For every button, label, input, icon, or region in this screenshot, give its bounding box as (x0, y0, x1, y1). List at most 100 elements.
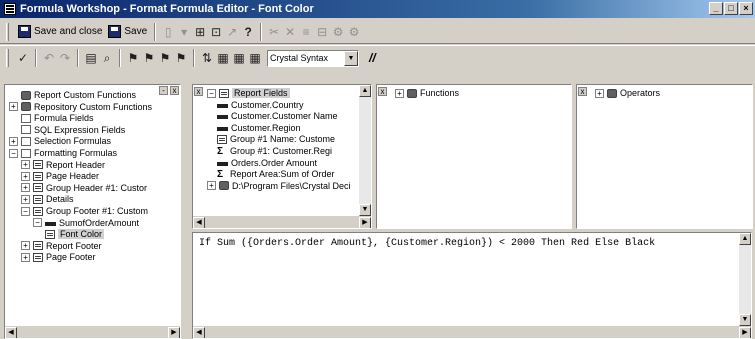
vertical-splitter[interactable] (183, 84, 191, 339)
toolbar-grip[interactable] (6, 22, 9, 41)
toggle-operators-icon[interactable]: ▦ (247, 51, 263, 65)
vertical-scrollbar[interactable]: ▲ ▼ (739, 233, 751, 326)
tree-item[interactable]: Customer.Country (217, 99, 304, 111)
toggle-functions-icon[interactable]: ▦ (231, 51, 247, 65)
toggle-fields-icon[interactable]: ▦ (215, 51, 231, 65)
previous-bookmark-icon[interactable]: ⚑ (157, 51, 173, 65)
vertical-scrollbar[interactable]: ▲ ▼ (359, 85, 371, 216)
delete-icon[interactable]: ✕ (282, 25, 298, 39)
hide-icon[interactable]: ⊟ (314, 25, 330, 39)
field-icon (217, 126, 228, 131)
scroll-right-icon[interactable]: ▶ (168, 327, 180, 338)
expand-icon[interactable]: + (21, 171, 30, 181)
toolbar-grip[interactable] (6, 49, 9, 67)
redo-icon[interactable]: ↷ (57, 51, 73, 65)
chevron-down-icon[interactable]: ▼ (344, 50, 358, 66)
scroll-left-icon[interactable]: ◀ (193, 217, 205, 228)
undo-icon[interactable]: ↶ (41, 51, 57, 65)
pane-close-icon[interactable]: x (578, 87, 587, 96)
scroll-up-icon[interactable]: ▲ (739, 233, 751, 245)
use-editor-icon[interactable]: ⚙ (346, 25, 362, 39)
tree-item[interactable]: + Repository Custom Functions (9, 101, 152, 113)
next-bookmark-icon[interactable]: ⚑ (141, 51, 157, 65)
tree-item[interactable]: Orders.Order Amount (217, 157, 317, 169)
cut-icon[interactable]: ✂ (266, 25, 282, 39)
expand-icon[interactable]: + (9, 136, 18, 146)
formula-text[interactable]: If Sum ({Orders.Order Amount}, {Customer… (199, 238, 655, 249)
save-and-close-button[interactable]: Save and close (15, 23, 105, 41)
expand-icon[interactable]: + (395, 88, 404, 98)
bookmark-icon[interactable]: ⚑ (125, 51, 141, 65)
tree-item[interactable]: Formula Fields (21, 112, 94, 124)
browse-data-icon[interactable]: ▤ (83, 51, 99, 65)
scroll-up-icon[interactable]: ▲ (359, 85, 371, 97)
collapse-icon[interactable]: − (21, 206, 30, 216)
expand-icon[interactable]: + (21, 241, 30, 251)
tree-item[interactable]: Report Custom Functions (21, 89, 136, 101)
tree-item[interactable]: + Page Header (21, 170, 99, 182)
tree-item[interactable]: Font Color (45, 228, 105, 240)
new-icon[interactable]: ▯ (160, 25, 176, 39)
expand-icon[interactable]: + (21, 183, 30, 193)
formula-editor[interactable]: If Sum ({Orders.Order Amount}, {Customer… (192, 232, 752, 339)
clear-bookmarks-icon[interactable]: ⚑ (173, 51, 189, 65)
tree-item[interactable]: Customer.Region (217, 122, 301, 134)
tree-item[interactable]: Customer.Customer Name (217, 110, 338, 122)
find-icon[interactable]: ⌕ (99, 51, 115, 66)
expand-icon[interactable]: + (207, 181, 216, 191)
sort-icon[interactable]: ⇅ (199, 51, 215, 65)
horizontal-scrollbar[interactable]: ◀ ▶ (193, 216, 371, 228)
expand-icon[interactable]: + (21, 252, 30, 262)
help-button[interactable]: ? (240, 25, 256, 39)
tree-item[interactable]: + Details (21, 193, 74, 205)
tree-item[interactable]: + Selection Formulas (9, 135, 111, 147)
minimize-button[interactable]: _ (709, 2, 723, 15)
toggle-properties-icon[interactable]: ⚙ (330, 25, 346, 39)
operators-node[interactable]: + Operators (595, 87, 660, 99)
rename-icon[interactable]: ↗ (224, 25, 240, 39)
scroll-right-icon[interactable]: ▶ (739, 327, 751, 338)
scroll-right-icon[interactable]: ▶ (359, 217, 371, 228)
pane-close-icon[interactable]: x (170, 86, 179, 95)
tree-item[interactable]: Σ Report Area:Sum of Order (217, 168, 335, 180)
pane-close-icon[interactable]: x (378, 87, 387, 96)
scroll-down-icon[interactable]: ▼ (739, 314, 751, 326)
tree-item[interactable]: − Report Fields (207, 87, 290, 99)
check-icon[interactable]: ✓ (15, 51, 31, 65)
expand-icon[interactable]: + (595, 88, 604, 98)
scroll-left-icon[interactable]: ◀ (5, 327, 17, 338)
collapse-icon[interactable]: − (207, 88, 216, 98)
horizontal-scrollbar[interactable]: ◀ ▶ (5, 326, 180, 338)
expand-icon[interactable]: + (9, 102, 18, 112)
maximize-button[interactable]: □ (724, 2, 738, 15)
pane-close-icon[interactable]: x (194, 87, 203, 96)
expert-icon[interactable]: ⊞ (192, 25, 208, 39)
tree-item[interactable]: − Group Footer #1: Custom (21, 205, 148, 217)
tree-item[interactable]: + Report Footer (21, 240, 102, 252)
show-formula-icon[interactable]: ≡ (298, 25, 314, 39)
scroll-left-icon[interactable]: ◀ (193, 327, 205, 338)
save-button[interactable]: Save (105, 23, 150, 41)
pane-pin-icon[interactable]: - (159, 86, 168, 95)
tree-item[interactable]: + Group Header #1: Custor (21, 182, 147, 194)
syntax-select[interactable]: Crystal Syntax ▼ (267, 49, 359, 67)
tree-item[interactable]: + D:\Program Files\Crystal Deci (207, 180, 351, 192)
tree-item[interactable]: Σ Group #1: Customer.Regi (217, 145, 332, 157)
properties-icon[interactable]: ⊡ (208, 25, 224, 39)
collapse-icon[interactable]: − (33, 218, 42, 228)
tree-item[interactable]: − SumofOrderAmount (33, 217, 139, 229)
expand-icon[interactable]: + (21, 194, 30, 204)
collapse-icon[interactable]: − (9, 148, 18, 158)
tree-item[interactable]: + Report Header (21, 159, 105, 171)
comment-button[interactable]: // (369, 51, 376, 65)
tree-item[interactable]: Group #1 Name: Custome (217, 133, 335, 145)
horizontal-scrollbar[interactable]: ◀ ▶ (193, 326, 751, 338)
new-dropdown-icon[interactable]: ▾ (176, 25, 192, 39)
tree-item[interactable]: − Formatting Formulas (9, 147, 117, 159)
expand-icon[interactable]: + (21, 160, 30, 170)
tree-item[interactable]: SQL Expression Fields (21, 124, 125, 136)
scroll-down-icon[interactable]: ▼ (359, 204, 371, 216)
close-button[interactable]: × (739, 2, 753, 15)
functions-node[interactable]: + Functions (395, 87, 459, 99)
tree-item[interactable]: + Page Footer (21, 251, 96, 263)
